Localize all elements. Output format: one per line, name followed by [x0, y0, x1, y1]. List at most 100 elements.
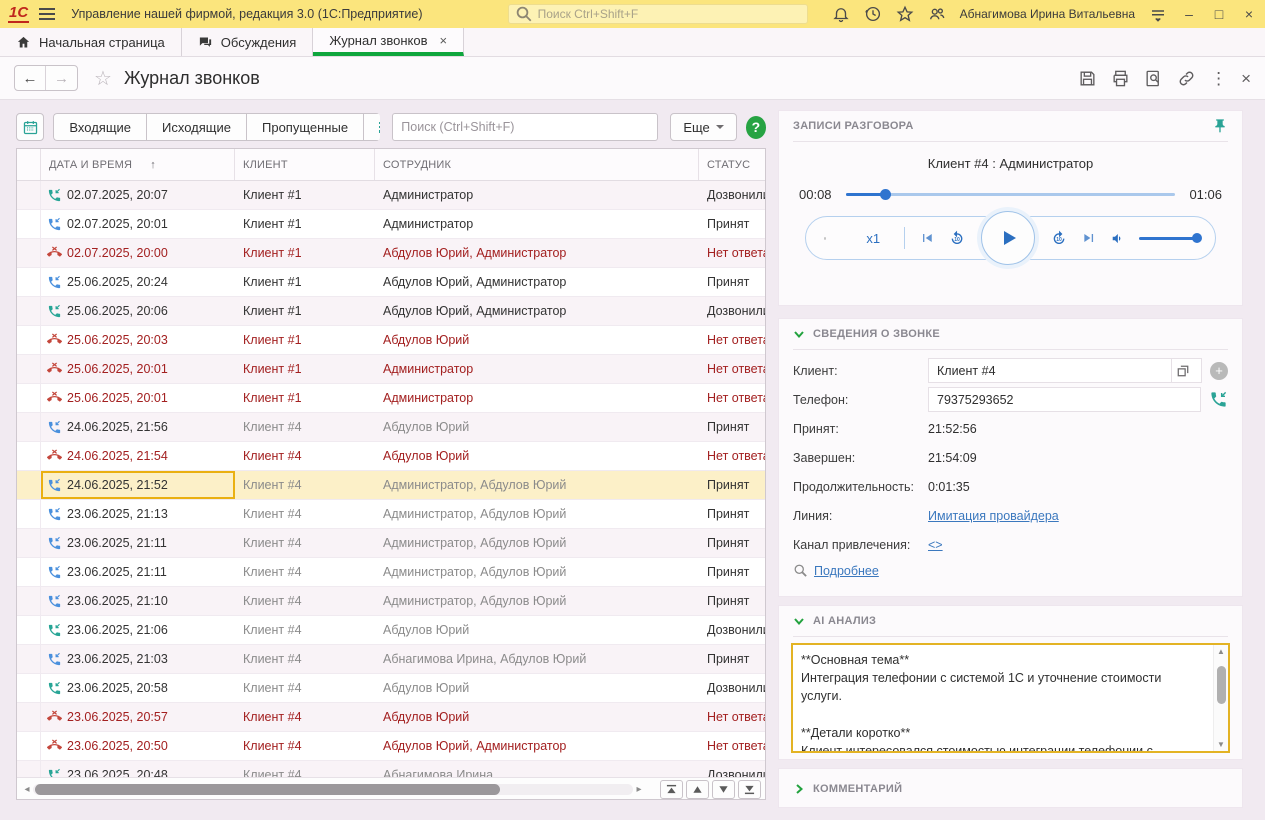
scroll-up-arrow[interactable]: ▲: [1217, 647, 1225, 656]
close-window-button[interactable]: ×: [1241, 6, 1257, 22]
table-row[interactable]: 25.06.2025, 20:03 Клиент #1 Абдулов Юрий…: [17, 326, 765, 355]
filter-incoming-button[interactable]: Входящие: [53, 113, 146, 141]
go-first-row-button[interactable]: [660, 780, 683, 799]
skip-previous-icon[interactable]: [919, 228, 935, 248]
open-client-button[interactable]: [1171, 359, 1193, 382]
cell-datetime: 23.06.2025, 20:57: [41, 703, 235, 731]
favorites-star-icon[interactable]: [896, 5, 914, 23]
help-button[interactable]: ?: [746, 116, 766, 139]
horizontal-scrollbar-thumb[interactable]: [35, 784, 500, 795]
ai-analysis-header[interactable]: AI АНАЛИЗ: [779, 606, 1242, 636]
list-search-placeholder: Поиск (Ctrl+Shift+F): [401, 120, 514, 134]
call-back-icon[interactable]: [1209, 390, 1228, 409]
maximize-button[interactable]: □: [1211, 6, 1227, 22]
table-row[interactable]: 24.06.2025, 21:54 Клиент #4 Абдулов Юрий…: [17, 442, 765, 471]
phone-field[interactable]: 79375293652: [928, 387, 1201, 412]
comment-header[interactable]: КОММЕНТАРИЙ: [779, 769, 1242, 809]
service-menu-icon[interactable]: [1149, 5, 1167, 23]
tab-discussions[interactable]: Обсуждения: [182, 28, 314, 56]
player-seek-slider[interactable]: [846, 193, 1176, 196]
table-row[interactable]: 25.06.2025, 20:06 Клиент #1 Абдулов Юрий…: [17, 297, 765, 326]
print-icon[interactable]: [1111, 69, 1130, 88]
link-icon[interactable]: [1177, 69, 1196, 88]
more-actions-button[interactable]: Еще: [670, 113, 736, 141]
column-header-status[interactable]: СТАТУС: [699, 149, 765, 180]
notifications-bell-icon[interactable]: [832, 5, 850, 23]
pin-icon[interactable]: [1212, 118, 1228, 134]
current-user-name[interactable]: Абнагимова Ирина Витальевна: [960, 7, 1135, 21]
table-row[interactable]: 02.07.2025, 20:07 Клиент #1 Администрато…: [17, 181, 765, 210]
tab-call-journal[interactable]: Журнал звонков ×: [313, 28, 464, 56]
table-row[interactable]: 02.07.2025, 20:01 Клиент #1 Администрато…: [17, 210, 765, 239]
scroll-down-arrow[interactable]: ▼: [1217, 740, 1225, 749]
horizontal-scrollbar[interactable]: [33, 784, 633, 795]
ai-scrollbar-thumb[interactable]: [1217, 666, 1226, 704]
hscroll-right-arrow[interactable]: ▸: [633, 784, 645, 795]
row-down-button[interactable]: [712, 780, 735, 799]
client-field[interactable]: Клиент #4: [928, 358, 1202, 383]
list-search-input[interactable]: Поиск (Ctrl+Shift+F): [392, 113, 658, 141]
volume-slider[interactable]: [1139, 237, 1197, 240]
hscroll-left-arrow[interactable]: ◂: [21, 784, 33, 795]
skip-next-icon[interactable]: [1081, 228, 1097, 248]
forward-10-icon[interactable]: 10: [1051, 228, 1067, 248]
save-icon[interactable]: [1078, 69, 1097, 88]
comment-title: КОММЕНТАРИЙ: [813, 783, 902, 795]
table-row[interactable]: 24.06.2025, 21:56 Клиент #4 Абдулов Юрий…: [17, 413, 765, 442]
print-preview-icon[interactable]: [1144, 69, 1163, 88]
cell-datetime: 24.06.2025, 21:52: [41, 471, 235, 499]
playback-speed-button[interactable]: x1: [866, 231, 880, 246]
details-more-link[interactable]: Подробнее: [814, 564, 879, 578]
player-seek-thumb[interactable]: [880, 189, 891, 200]
accepted-value: 21:52:56: [928, 422, 977, 436]
duration-value: 0:01:35: [928, 480, 970, 494]
global-search-input[interactable]: Поиск Ctrl+Shift+F: [508, 4, 808, 24]
table-row[interactable]: 23.06.2025, 21:06 Клиент #4 Абдулов Юрий…: [17, 616, 765, 645]
table-row[interactable]: 23.06.2025, 21:03 Клиент #4 Абнагимова И…: [17, 645, 765, 674]
tab-close-icon[interactable]: ×: [440, 33, 448, 48]
period-calendar-button[interactable]: [16, 113, 44, 141]
row-up-button[interactable]: [686, 780, 709, 799]
minimize-button[interactable]: –: [1181, 6, 1197, 22]
go-last-row-button[interactable]: [738, 780, 761, 799]
ai-analysis-textarea[interactable]: **Основная тема** Интеграция телефонии с…: [791, 643, 1230, 753]
column-header-datetime[interactable]: ДАТА И ВРЕМЯ ↑: [41, 149, 235, 180]
create-client-button[interactable]: +: [1210, 362, 1228, 380]
list-view-menu-button[interactable]: [363, 113, 380, 141]
table-row[interactable]: 23.06.2025, 20:50 Клиент #4 Абдулов Юрий…: [17, 732, 765, 761]
line-link[interactable]: Имитация провайдера: [928, 509, 1059, 523]
volume-slider-thumb[interactable]: [1192, 233, 1202, 243]
table-row[interactable]: 23.06.2025, 21:11 Клиент #4 Администрато…: [17, 529, 765, 558]
table-row[interactable]: 25.06.2025, 20:24 Клиент #1 Абдулов Юрий…: [17, 268, 765, 297]
filter-outgoing-button[interactable]: Исходящие: [146, 113, 246, 141]
table-row[interactable]: 23.06.2025, 20:57 Клиент #4 Абдулов Юрий…: [17, 703, 765, 732]
collaboration-icon[interactable]: [928, 5, 946, 23]
channel-link[interactable]: <>: [928, 538, 943, 552]
close-form-icon[interactable]: ×: [1241, 69, 1251, 88]
rewind-10-icon[interactable]: 10: [949, 228, 965, 248]
column-header-employee[interactable]: СОТРУДНИК: [375, 149, 699, 180]
volume-icon[interactable]: [1111, 230, 1125, 247]
filter-missed-button[interactable]: Пропущенные: [246, 113, 363, 141]
table-row[interactable]: 23.06.2025, 21:11 Клиент #4 Администрато…: [17, 558, 765, 587]
history-icon[interactable]: [864, 5, 882, 23]
table-row[interactable]: 25.06.2025, 20:01 Клиент #1 Администрато…: [17, 384, 765, 413]
column-header-client[interactable]: КЛИЕНТ: [235, 149, 375, 180]
table-row[interactable]: 23.06.2025, 20:58 Клиент #4 Абдулов Юрий…: [17, 674, 765, 703]
kebab-menu-icon[interactable]: ⋮: [1210, 69, 1227, 88]
table-row[interactable]: 02.07.2025, 20:00 Клиент #1 Абдулов Юрий…: [17, 239, 765, 268]
nav-back-button[interactable]: ←: [15, 66, 46, 90]
table-row[interactable]: 24.06.2025, 21:52 Клиент #4 Администрато…: [17, 471, 765, 500]
ai-scrollbar[interactable]: ▲ ▼: [1213, 645, 1228, 751]
cell-status: Дозвонились: [699, 297, 765, 325]
tab-home[interactable]: Начальная страница: [0, 28, 182, 56]
table-row[interactable]: 23.06.2025, 20:48 Клиент #4 Абнагимова И…: [17, 761, 765, 777]
table-row[interactable]: 23.06.2025, 21:10 Клиент #4 Администрато…: [17, 587, 765, 616]
table-row[interactable]: 23.06.2025, 21:13 Клиент #4 Администрато…: [17, 500, 765, 529]
add-to-favorites-star-icon[interactable]: ☆: [94, 66, 112, 91]
play-button[interactable]: [981, 211, 1035, 265]
table-row[interactable]: 25.06.2025, 20:01 Клиент #1 Администрато…: [17, 355, 765, 384]
call-details-header[interactable]: СВЕДЕНИЯ О ЗВОНКЕ: [779, 319, 1242, 349]
nav-forward-button[interactable]: →: [46, 66, 77, 90]
main-menu-icon[interactable]: [39, 8, 55, 20]
